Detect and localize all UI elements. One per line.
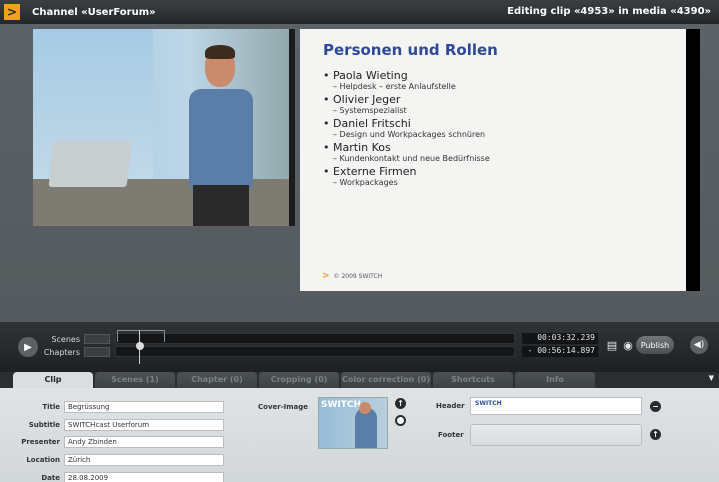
- slide-subitem: Helpdesk – erste Anlaufstelle: [333, 82, 686, 91]
- slide-item: Externe Firmen: [323, 165, 686, 178]
- presenter-field[interactable]: Andy Zbinden: [64, 435, 224, 448]
- timeline-controls: ▶ Scenes Chapters 00:03:32.239 - 00:56:1…: [0, 322, 719, 372]
- speaker-icon[interactable]: ◀): [690, 336, 708, 354]
- presenter-legs: [193, 185, 249, 226]
- cover-person-head: [359, 402, 371, 414]
- location-label: Location: [26, 455, 60, 464]
- title-label: Title: [42, 402, 60, 411]
- play-button[interactable]: ▶: [18, 337, 38, 357]
- playhead[interactable]: [136, 330, 144, 364]
- footer-label: Footer: [438, 431, 464, 439]
- header-image-field[interactable]: SWITCH: [470, 397, 642, 415]
- publish-button[interactable]: Publish: [636, 336, 674, 354]
- slide-subitem: Systemspezialist: [333, 106, 686, 115]
- slide-item: Olivier Jeger: [323, 93, 686, 106]
- tab-menu-icon[interactable]: ▼: [709, 374, 714, 382]
- slide-video[interactable]: Personen und Rollen Paola Wieting Helpde…: [300, 29, 700, 291]
- tab-cropping[interactable]: Cropping (0): [259, 372, 339, 388]
- date-row: Date 28.08.2009: [4, 471, 224, 482]
- switch-logo-icon: >: [4, 4, 20, 20]
- play-icon: ▶: [24, 341, 32, 353]
- title-field[interactable]: Begrüssung: [64, 400, 224, 413]
- channel-title: Channel «UserForum»: [32, 6, 156, 18]
- remaining-time: - 00:56:14.897: [522, 346, 598, 357]
- title-row: Title Begrüssung: [4, 400, 224, 413]
- video-laptop: [48, 141, 132, 187]
- scenes-label: Scenes: [51, 335, 80, 344]
- subtitle-row: Subtitle SWITCHcast Userforum: [4, 418, 224, 431]
- chapters-track[interactable]: [115, 346, 515, 357]
- presenter-hair: [205, 45, 235, 59]
- cover-image-label: Cover-Image: [258, 403, 308, 411]
- cover-person: [355, 408, 377, 448]
- tab-shortcuts[interactable]: Shortcuts: [433, 372, 513, 388]
- tab-scenes[interactable]: Scenes (1): [95, 372, 175, 388]
- slide-subitem: Design und Workpackages schnüren: [333, 130, 686, 139]
- preview-eye-icon[interactable]: ◉: [621, 338, 635, 352]
- slide-item: Martin Kos: [323, 141, 686, 154]
- slide-list: Paola Wieting Helpdesk – erste Anlaufste…: [323, 69, 686, 187]
- slide-item: Paola Wieting: [323, 69, 686, 82]
- slide-copyright: © 2009 SWITCH: [333, 272, 383, 280]
- editor-window: > Channel «UserForum» Editing clip «4953…: [0, 0, 719, 482]
- presenter-video[interactable]: [33, 29, 295, 226]
- date-label: Date: [41, 473, 60, 482]
- upload-icon[interactable]: ↑: [395, 398, 406, 409]
- cover-logo: SWITCH: [321, 400, 362, 410]
- scenes-selector[interactable]: [84, 334, 110, 344]
- subtitle-label: Subtitle: [28, 420, 60, 429]
- upload-icon[interactable]: ↑: [650, 429, 661, 440]
- footer-image-field[interactable]: [470, 424, 642, 446]
- title-bar: > Channel «UserForum» Editing clip «4953…: [0, 0, 719, 24]
- tab-bar: Clip Scenes (1) Chapter (0) Cropping (0)…: [0, 372, 719, 388]
- editing-status: Editing clip «4953» in media «4390»: [507, 6, 711, 17]
- view-icon[interactable]: [395, 415, 406, 426]
- slide-subitem: Kundenkontakt und neue Bedürfnisse: [333, 154, 686, 163]
- film-icon[interactable]: ▤: [605, 338, 619, 352]
- remove-icon[interactable]: −: [650, 401, 661, 412]
- location-row: Location Zürich: [4, 453, 224, 466]
- chapters-label: Chapters: [43, 348, 80, 357]
- tab-color-correction[interactable]: Color correction (0): [341, 372, 431, 388]
- scenes-track[interactable]: [115, 333, 515, 344]
- cover-image-thumbnail[interactable]: SWITCH: [318, 397, 388, 449]
- slide-title: Personen und Rollen: [323, 41, 498, 59]
- slide-subitem: Workpackages: [333, 178, 686, 187]
- clip-panel: Title Begrüssung Subtitle SWITCHcast Use…: [0, 388, 719, 482]
- video-edge: [289, 29, 295, 226]
- chapters-selector[interactable]: [84, 347, 110, 357]
- slide-content: Personen und Rollen Paola Wieting Helpde…: [300, 29, 686, 291]
- header-logo: SWITCH: [475, 400, 502, 407]
- tab-clip[interactable]: Clip: [13, 372, 93, 388]
- presenter-row: Presenter Andy Zbinden: [4, 435, 224, 448]
- header-label: Header: [436, 402, 465, 410]
- tab-chapter[interactable]: Chapter (0): [177, 372, 257, 388]
- date-field[interactable]: 28.08.2009: [64, 471, 224, 482]
- subtitle-field[interactable]: SWITCHcast Userforum: [64, 418, 224, 431]
- presenter-body: [189, 89, 253, 189]
- switch-chevron-icon: >: [322, 271, 330, 281]
- video-presenter: [183, 45, 253, 226]
- video-stage: Personen und Rollen Paola Wieting Helpde…: [0, 24, 719, 322]
- current-time: 00:03:32.239: [522, 333, 598, 344]
- tab-info[interactable]: Info: [515, 372, 595, 388]
- slide-footer: > © 2009 SWITCH: [322, 271, 382, 281]
- playhead-knob[interactable]: [136, 342, 144, 350]
- location-field[interactable]: Zürich: [64, 453, 224, 466]
- slide-item: Daniel Fritschi: [323, 117, 686, 130]
- presenter-label: Presenter: [21, 437, 60, 446]
